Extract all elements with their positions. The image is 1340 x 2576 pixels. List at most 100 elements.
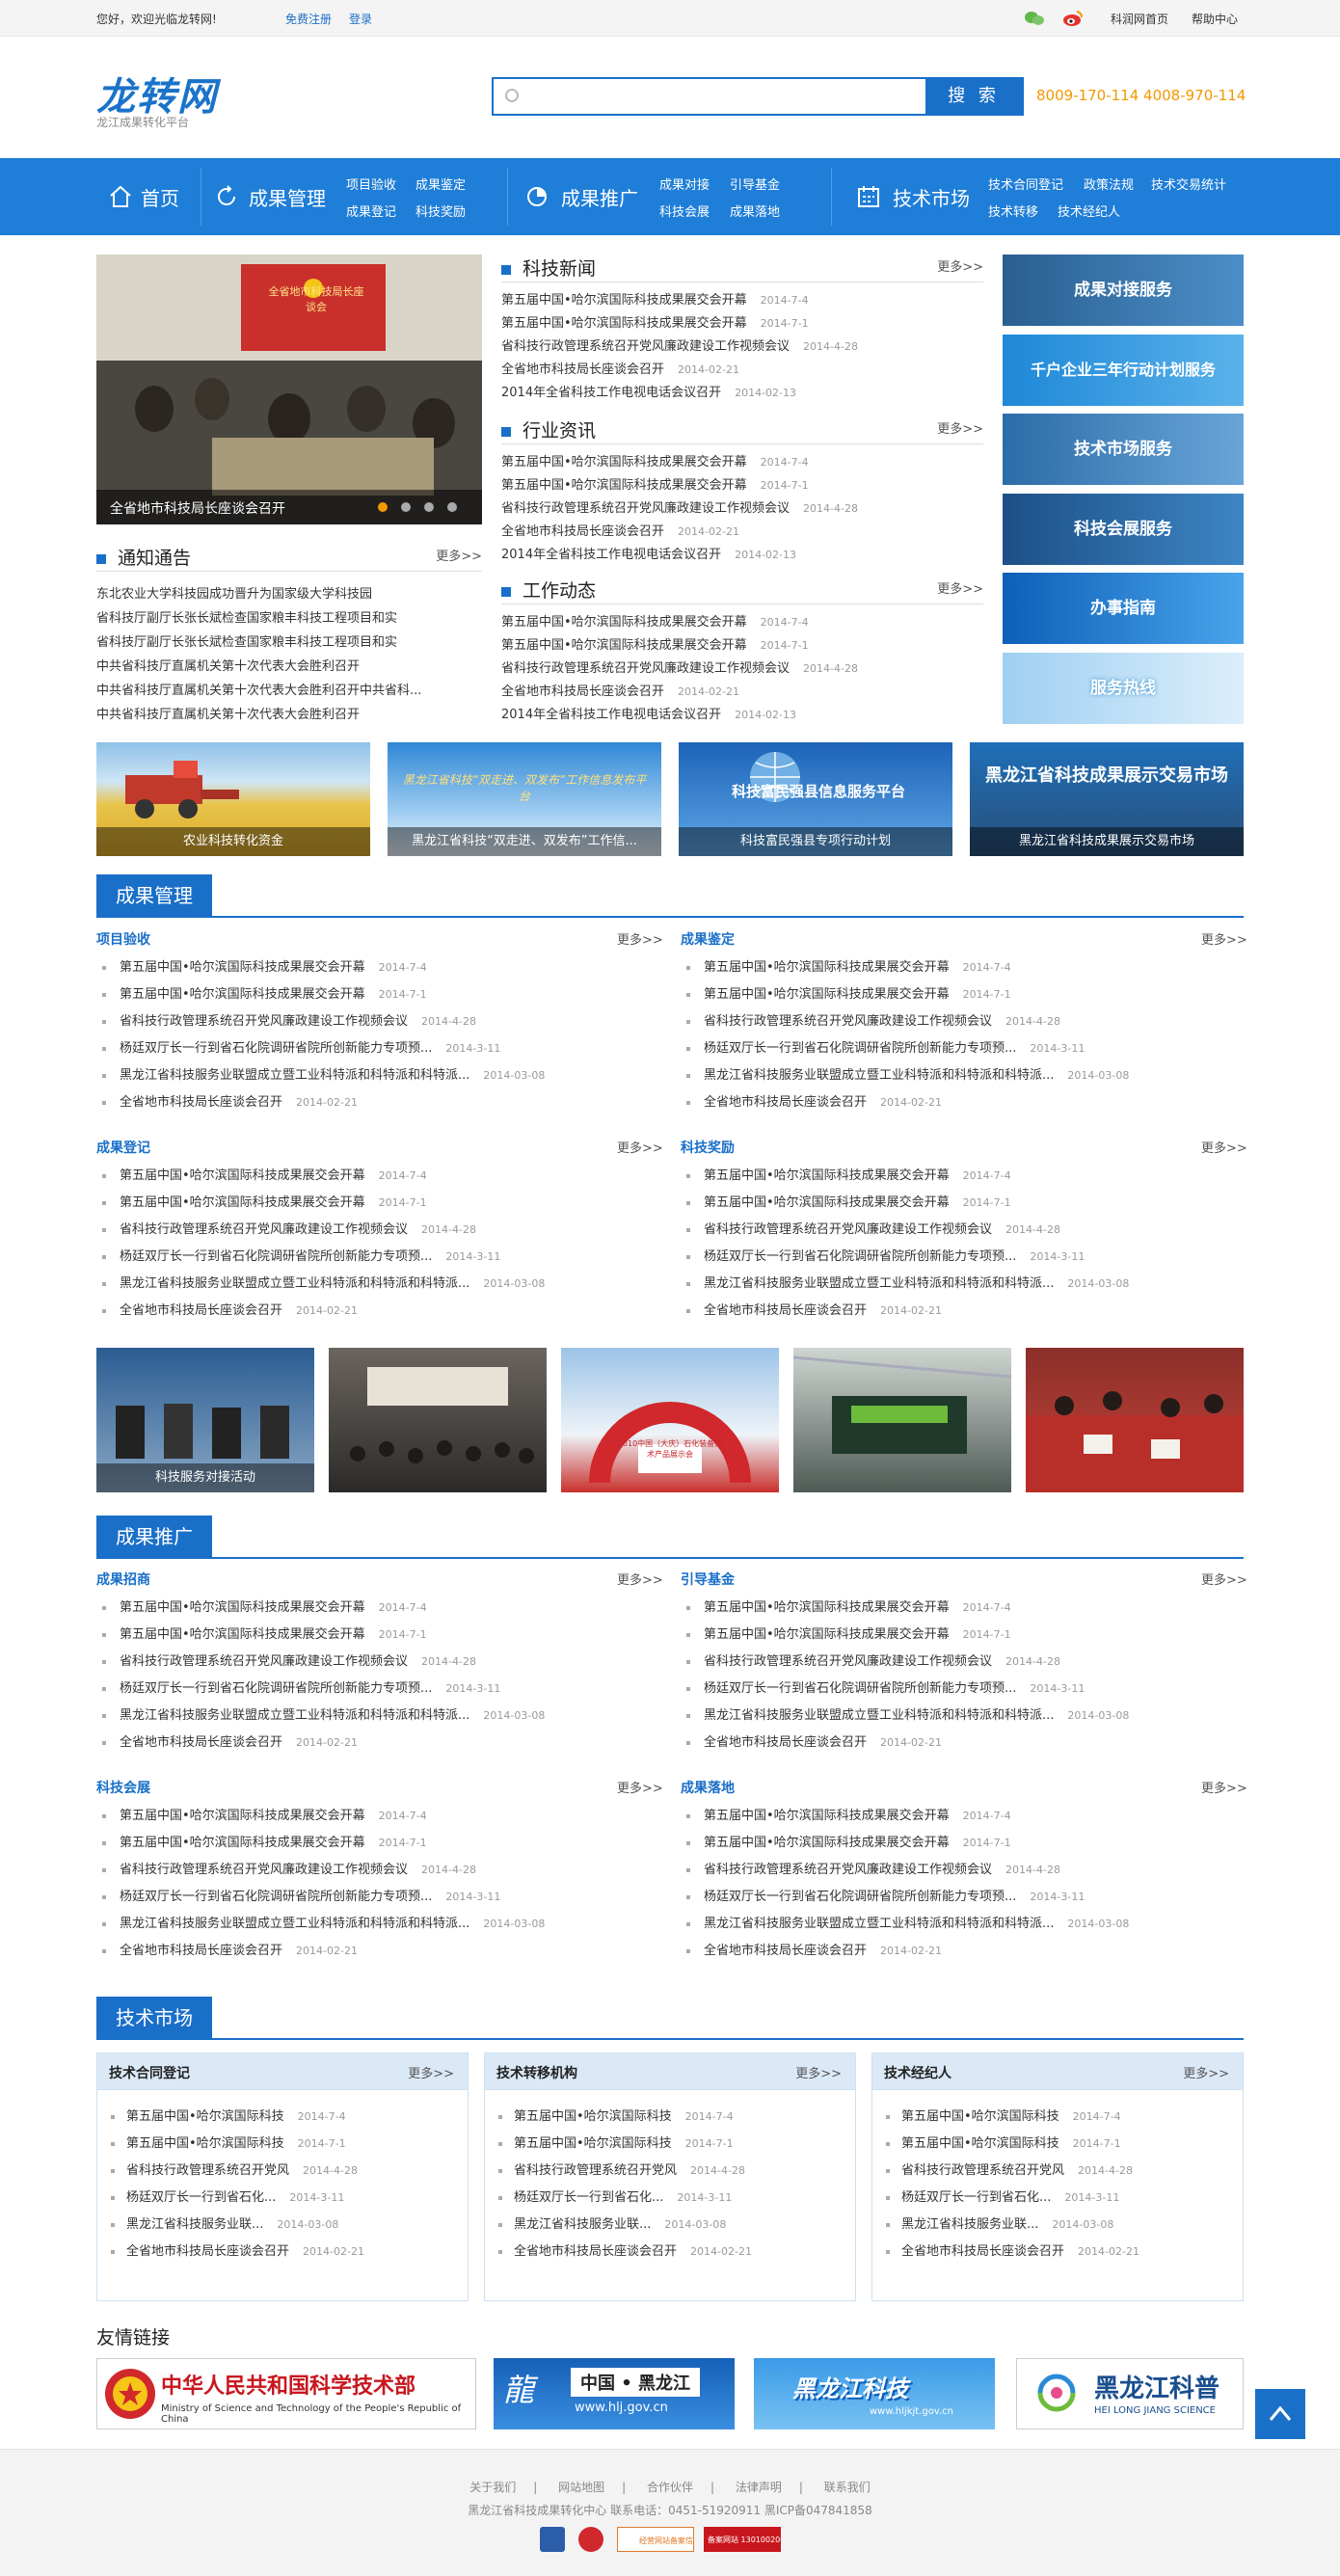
- news-item[interactable]: 省科技行政管理系统召开党风廉政建设工作视频会议 2014-4-28: [501, 497, 858, 516]
- list-item[interactable]: 全省地市科技局长座谈会召开 2014-02-21: [686, 1731, 942, 1750]
- news-more-link[interactable]: 更多>>: [937, 578, 983, 597]
- link-hlj-science[interactable]: 黑龙江科普 HEI LONG JIANG SCIENCE: [1016, 2358, 1244, 2429]
- list-item[interactable]: 黑龙江省科技服务业联盟成立暨工业科特派和科特派和科特派... 2014-03-08: [102, 1913, 545, 1931]
- list-item[interactable]: 省科技行政管理系统召开党风廉政建设工作视频会议 2014-4-28: [686, 1010, 1060, 1029]
- register-link[interactable]: 免费注册: [285, 11, 332, 27]
- list-item[interactable]: 第五届中国•哈尔滨国际科技成果展交会开幕 2014-7-1: [686, 1192, 1011, 1210]
- notice-more-link[interactable]: 更多>>: [436, 546, 482, 564]
- nav-sub-cgdj[interactable]: 成果登记: [346, 201, 396, 220]
- footer-link-about[interactable]: 关于我们: [469, 2481, 516, 2494]
- photo-conference-hall[interactable]: [329, 1348, 547, 1492]
- list-item[interactable]: 杨廷双厅长一行到省石化院调研省院所创新能力专项预... 2014-3-11: [686, 1037, 1085, 1056]
- list-item[interactable]: 第五届中国•哈尔滨国际科技成果展交会开幕 2014-7-4: [102, 1805, 427, 1823]
- tm-list-item[interactable]: 黑龙江省科技服务业联... 2014-03-08: [886, 2214, 1113, 2232]
- list-item[interactable]: 第五届中国•哈尔滨国际科技成果展交会开幕 2014-7-4: [102, 1597, 427, 1615]
- wechat-icon[interactable]: [1024, 11, 1045, 29]
- news-item[interactable]: 2014年全省科技工作电视电话会议召开 2014-02-13: [501, 704, 796, 722]
- tm-list-item[interactable]: 杨廷双厅长一行到省石化... 2014-3-11: [886, 2187, 1119, 2205]
- news-item[interactable]: 2014年全省科技工作电视电话会议召开 2014-02-13: [501, 544, 796, 562]
- list-item[interactable]: 省科技行政管理系统召开党风廉政建设工作视频会议 2014-4-28: [102, 1219, 476, 1237]
- slider-dot[interactable]: [401, 502, 411, 512]
- sublist-title[interactable]: 科技奖励: [681, 1138, 735, 1157]
- tm-list-item[interactable]: 第五届中国•哈尔滨国际科技 2014-7-1: [498, 2133, 734, 2151]
- list-item[interactable]: 全省地市科技局长座谈会召开 2014-02-21: [102, 1731, 358, 1750]
- list-item[interactable]: 第五届中国•哈尔滨国际科技成果展交会开幕 2014-7-1: [102, 1623, 427, 1642]
- sublist-title[interactable]: 成果落地: [681, 1778, 735, 1797]
- news-item[interactable]: 省科技行政管理系统召开党风廉政建设工作视频会议 2014-4-28: [501, 335, 858, 354]
- notice-item[interactable]: 中共省科技厅直属机关第十次代表大会胜利召开中共省科...: [96, 680, 421, 698]
- list-item[interactable]: 全省地市科技局长座谈会召开 2014-02-21: [686, 1940, 942, 1958]
- list-item[interactable]: 第五届中国•哈尔滨国际科技成果展交会开幕 2014-7-1: [102, 983, 427, 1002]
- nav-sub-xmys[interactable]: 项目验收: [346, 174, 396, 193]
- tm-list-item[interactable]: 全省地市科技局长座谈会召开 2014-02-21: [498, 2241, 752, 2259]
- slider-caption[interactable]: 全省地市科技局长座谈会召开: [110, 498, 285, 518]
- service-tile-jssc[interactable]: 技术市场服务: [1003, 414, 1244, 485]
- slider-dot[interactable]: [447, 502, 457, 512]
- news-item[interactable]: 第五届中国•哈尔滨国际科技成果展交会开幕 2014-7-1: [501, 474, 809, 493]
- tm-list-item[interactable]: 第五届中国•哈尔滨国际科技 2014-7-1: [886, 2133, 1121, 2151]
- list-item[interactable]: 第五届中国•哈尔滨国际科技成果展交会开幕 2014-7-1: [102, 1832, 427, 1850]
- police-badge-icon[interactable]: [540, 2527, 565, 2552]
- list-item[interactable]: 杨廷双厅长一行到省石化院调研省院所创新能力专项预... 2014-3-11: [102, 1246, 500, 1264]
- list-item[interactable]: 第五届中国•哈尔滨国际科技成果展交会开幕 2014-7-1: [686, 1832, 1011, 1850]
- sublist-more-link[interactable]: 更多>>: [1201, 1138, 1247, 1156]
- weibo-icon[interactable]: [1062, 10, 1084, 30]
- nav-sub-jszy[interactable]: 技术转移: [988, 201, 1038, 220]
- list-item[interactable]: 全省地市科技局长座谈会召开 2014-02-21: [102, 1091, 358, 1110]
- footer-link-legal[interactable]: 法律声明: [736, 2481, 782, 2494]
- help-link[interactable]: 帮助中心: [1192, 11, 1238, 27]
- back-to-top-button[interactable]: [1255, 2389, 1305, 2439]
- list-item[interactable]: 黑龙江省科技服务业联盟成立暨工业科特派和科特派和科特派... 2014-03-08: [686, 1913, 1129, 1931]
- emblem-badge-icon[interactable]: [578, 2527, 603, 2552]
- list-item[interactable]: 黑龙江省科技服务业联盟成立暨工业科特派和科特派和科特派... 2014-03-08: [102, 1064, 545, 1083]
- list-item[interactable]: 黑龙江省科技服务业联盟成立暨工业科特派和科特派和科特派... 2014-03-08: [102, 1273, 545, 1291]
- nav-cgl[interactable]: 成果管理: [214, 158, 326, 235]
- tm-box-more-link[interactable]: 更多>>: [408, 2063, 454, 2081]
- banner-rich-county[interactable]: 科技富民强县信息服务平台 科技富民强县专项行动计划: [679, 742, 952, 856]
- sublist-more-link[interactable]: 更多>>: [1201, 929, 1247, 948]
- news-item[interactable]: 第五届中国•哈尔滨国际科技成果展交会开幕 2014-7-4: [501, 451, 809, 470]
- search-button[interactable]: 搜 索: [925, 79, 1022, 114]
- service-tile-bszn[interactable]: 办事指南: [1003, 573, 1244, 644]
- nav-home[interactable]: 首页: [108, 158, 179, 235]
- service-tile-qhqy[interactable]: 千户企业三年行动计划服务: [1003, 335, 1244, 406]
- list-item[interactable]: 第五届中国•哈尔滨国际科技成果展交会开幕 2014-7-4: [686, 1165, 1011, 1183]
- list-item[interactable]: 杨廷双厅长一行到省石化院调研省院所创新能力专项预... 2014-3-11: [686, 1677, 1085, 1696]
- tm-box-more-link[interactable]: 更多>>: [1183, 2063, 1229, 2081]
- list-item[interactable]: 杨廷双厅长一行到省石化院调研省院所创新能力专项预... 2014-3-11: [102, 1037, 500, 1056]
- list-item[interactable]: 全省地市科技局长座谈会召开 2014-02-21: [686, 1300, 942, 1318]
- tm-list-item[interactable]: 全省地市科技局长座谈会召开 2014-02-21: [886, 2241, 1139, 2259]
- list-item[interactable]: 第五届中国•哈尔滨国际科技成果展交会开幕 2014-7-4: [102, 1165, 427, 1183]
- sublist-title[interactable]: 成果鉴定: [681, 929, 735, 949]
- banner-double-walk[interactable]: 黑龙江省科技“双走进、双发布”工作信息发布平台 黑龙江省科技“双走进、双发布”工…: [388, 742, 661, 856]
- sublist-more-link[interactable]: 更多>>: [1201, 1778, 1247, 1796]
- news-item[interactable]: 全省地市科技局长座谈会召开 2014-02-21: [501, 359, 739, 377]
- notice-item[interactable]: 省科技厅副厅长张长斌检查国家粮丰科技工程项目和实: [96, 607, 397, 626]
- list-item[interactable]: 杨廷双厅长一行到省石化院调研省院所创新能力专项预... 2014-3-11: [102, 1677, 500, 1696]
- search-input[interactable]: [523, 79, 927, 114]
- service-tile-cgdj[interactable]: 成果对接服务: [1003, 255, 1244, 326]
- sublist-more-link[interactable]: 更多>>: [617, 1570, 663, 1588]
- list-item[interactable]: 黑龙江省科技服务业联盟成立暨工业科特派和科特派和科特派... 2014-03-08: [686, 1064, 1129, 1083]
- notice-item[interactable]: 省科技厅副厅长张长斌检查国家粮丰科技工程项目和实: [96, 631, 397, 650]
- sublist-more-link[interactable]: 更多>>: [617, 1778, 663, 1796]
- list-item[interactable]: 黑龙江省科技服务业联盟成立暨工业科特派和科特派和科特派... 2014-03-08: [686, 1704, 1129, 1723]
- news-item[interactable]: 省科技行政管理系统召开党风廉政建设工作视频会议 2014-4-28: [501, 657, 858, 676]
- tm-list-item[interactable]: 省科技行政管理系统召开党风 2014-4-28: [886, 2160, 1133, 2178]
- footer-link-partners[interactable]: 合作伙伴: [647, 2481, 693, 2494]
- news-item[interactable]: 第五届中国•哈尔滨国际科技成果展交会开幕 2014-7-4: [501, 289, 809, 308]
- record-badge[interactable]: 备案网站 13010020080360: [704, 2527, 781, 2552]
- footer-link-sitemap[interactable]: 网站地图: [558, 2481, 604, 2494]
- link-most[interactable]: 中华人民共和国科学技术部 Ministry of Science and Tec…: [96, 2358, 476, 2429]
- list-item[interactable]: 省科技行政管理系统召开党风廉政建设工作视频会议 2014-4-28: [686, 1859, 1060, 1877]
- nav-sub-cgdj2[interactable]: 成果对接: [659, 174, 710, 193]
- slider-dot[interactable]: [424, 502, 434, 512]
- icp-badge[interactable]: 经营网站备案信息: [617, 2527, 694, 2552]
- list-item[interactable]: 黑龙江省科技服务业联盟成立暨工业科特派和科特派和科特派... 2014-03-08: [102, 1704, 545, 1723]
- news-item[interactable]: 全省地市科技局长座谈会召开 2014-02-21: [501, 521, 739, 539]
- nav-sub-kjjl[interactable]: 科技奖励: [415, 201, 466, 220]
- list-item[interactable]: 黑龙江省科技服务业联盟成立暨工业科特派和科特派和科特派... 2014-03-08: [686, 1273, 1129, 1291]
- sublist-title[interactable]: 项目验收: [96, 929, 150, 949]
- sublist-title[interactable]: 引导基金: [681, 1570, 735, 1589]
- list-item[interactable]: 第五届中国•哈尔滨国际科技成果展交会开幕 2014-7-1: [686, 1623, 1011, 1642]
